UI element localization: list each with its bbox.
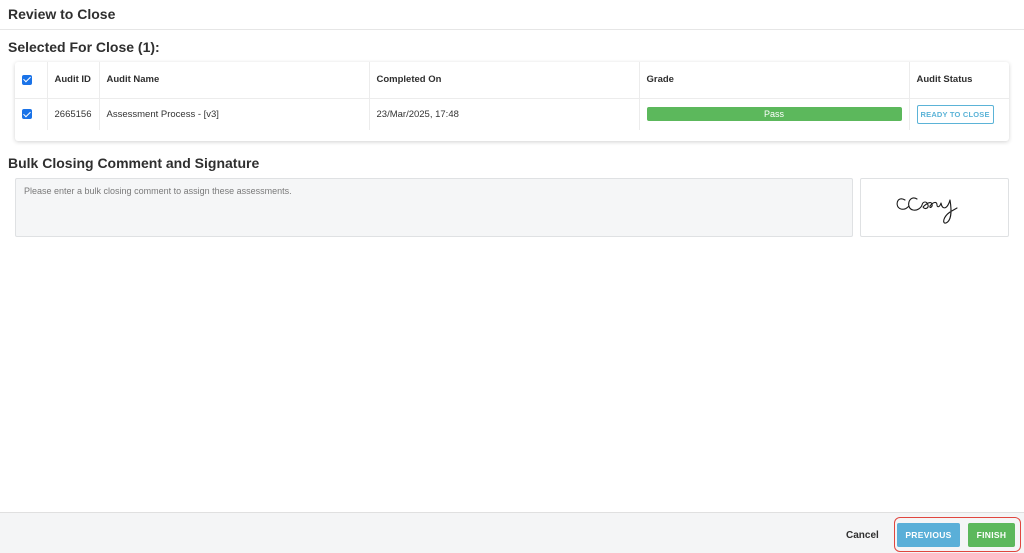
signature-pad[interactable]: [860, 178, 1009, 237]
column-header-completed-on[interactable]: Completed On: [368, 62, 639, 99]
audit-id-cell: 2665156: [46, 98, 99, 130]
signature-drawing: [896, 197, 958, 224]
cancel-button[interactable]: Cancel: [846, 530, 879, 541]
column-header-grade[interactable]: Grade: [638, 62, 909, 99]
page-title: Review to Close: [8, 6, 116, 22]
audit-table-card: Audit ID Audit Name Completed On Grade A…: [15, 62, 1009, 141]
column-header-audit-status[interactable]: Audit Status: [908, 62, 1009, 99]
grade-pass-bar: Pass: [646, 107, 902, 122]
select-all-cell: [15, 62, 47, 99]
column-header-audit-id[interactable]: Audit ID: [46, 62, 99, 99]
previous-button[interactable]: PREVIOUS: [897, 523, 960, 547]
row-checkbox[interactable]: [22, 109, 32, 120]
page-header: Review to Close: [0, 0, 1024, 30]
column-header-audit-name[interactable]: Audit Name: [98, 62, 369, 99]
selected-for-close-heading: Selected For Close (1):: [8, 39, 160, 55]
table-header-row: Audit ID Audit Name Completed On Grade A…: [15, 62, 1009, 99]
navigation-button-group: PREVIOUS FINISH: [894, 517, 1021, 552]
footer-bar: Cancel PREVIOUS FINISH: [0, 512, 1024, 553]
audit-table: Audit ID Audit Name Completed On Grade A…: [15, 62, 1009, 130]
grade-cell: Pass: [638, 98, 909, 130]
finish-button[interactable]: FINISH: [968, 523, 1015, 547]
audit-name-cell: Assessment Process - [v3]: [98, 98, 369, 130]
select-all-checkbox[interactable]: [22, 74, 32, 85]
completed-on-cell: 23/Mar/2025, 17:48: [368, 98, 639, 130]
bulk-closing-comment-input[interactable]: [15, 178, 853, 237]
bulk-closing-heading: Bulk Closing Comment and Signature: [8, 155, 260, 171]
audit-status-cell: READY TO CLOSE: [908, 98, 1009, 130]
table-row: 2665156 Assessment Process - [v3] 23/Mar…: [15, 98, 1009, 130]
row-select-cell: [15, 98, 47, 130]
status-badge: READY TO CLOSE: [916, 104, 994, 124]
